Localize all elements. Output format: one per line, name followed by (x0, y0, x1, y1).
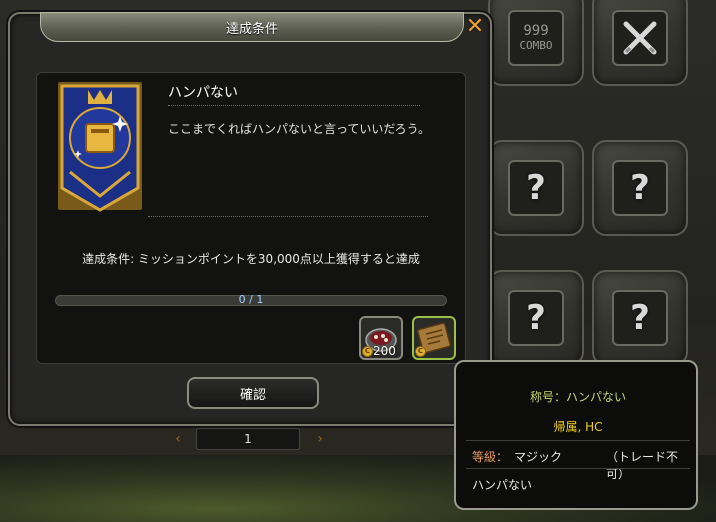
achievement-tile-locked[interactable]: ? (592, 140, 688, 236)
achievement-tile-locked[interactable]: ? (592, 270, 688, 366)
question-mark-icon: ? (630, 168, 650, 208)
tooltip-binding: 帰属, HC (553, 420, 603, 434)
achievement-name: ハンパない (168, 85, 238, 101)
question-mark-icon: ? (630, 298, 650, 338)
divider (168, 105, 420, 106)
chevron-right-icon[interactable]: › (312, 428, 328, 450)
confirm-button[interactable]: 確認 (187, 377, 319, 409)
tooltip-description: ハンパない (472, 478, 533, 492)
tooltip-divider (466, 440, 690, 441)
page-number: 1 (244, 432, 252, 446)
achievement-description: ここまでくればハンパないと言っていいだろう。 (168, 122, 430, 136)
close-icon[interactable]: ✕ (462, 14, 488, 40)
achievement-condition-text: 達成条件: ミッションポイントを30,000点以上獲得すると達成 (82, 252, 420, 266)
reward-count: 200 (373, 344, 396, 358)
chevron-left-icon[interactable]: ‹ (170, 428, 186, 450)
tooltip-grade-label: 等級： (472, 450, 509, 464)
question-mark-icon: ? (526, 168, 546, 208)
combo-label: COMBO (519, 38, 553, 52)
progress-text: 0 / 1 (238, 293, 264, 306)
title-tooltip: 称号：ハンパない 帰属, HC 等級： マジック （トレード不可） ハンパない (454, 360, 698, 510)
achievement-tile-combo[interactable]: 999 COMBO (488, 0, 584, 86)
achievement-tile-swords[interactable] (592, 0, 688, 86)
crossed-swords-icon (612, 10, 668, 66)
divider (148, 216, 428, 217)
question-mark-icon: ? (526, 298, 546, 338)
page-navigator: ‹ 1 › (170, 428, 336, 450)
tooltip-trade-status: （トレード不可） (606, 450, 679, 481)
tooltip-divider (466, 468, 690, 469)
tooltip-grade-value: マジック (514, 450, 563, 464)
coin-icon: C (362, 346, 373, 357)
dialog-titlebar: 達成条件 (40, 12, 464, 42)
book-emblem-icon (52, 76, 148, 216)
coin-icon: C (415, 346, 426, 357)
dialog-title: 達成条件 (225, 21, 278, 37)
achievement-tile-locked[interactable]: ? (488, 270, 584, 366)
combo-number: 999 (523, 23, 549, 40)
tooltip-title: 称号：ハンパない (529, 390, 626, 404)
achievement-tile-locked[interactable]: ? (488, 140, 584, 236)
